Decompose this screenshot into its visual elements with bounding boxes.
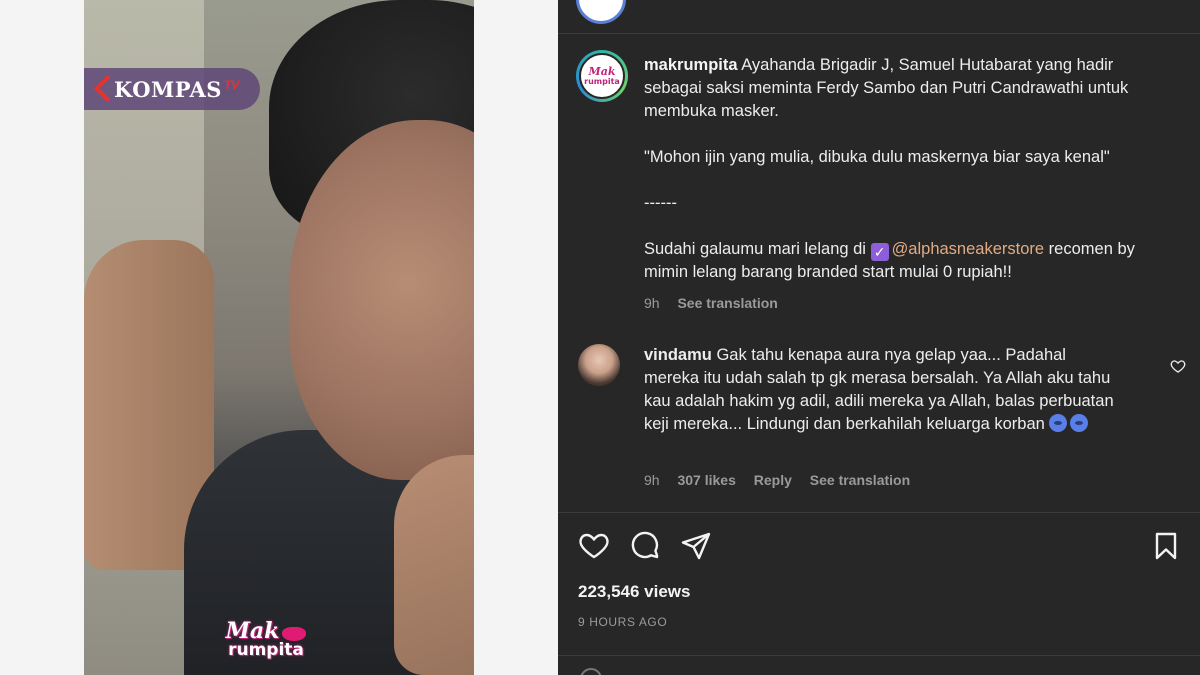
comment-like-heart-icon[interactable] bbox=[1170, 358, 1186, 374]
bookmark-save-icon[interactable] bbox=[1150, 530, 1182, 562]
instagram-post-view: KOMPAS TV Mak rumpita Mak rumpita makrum… bbox=[0, 0, 1200, 675]
pleading-face-emoji-icon bbox=[1049, 414, 1068, 432]
makrumpita-watermark: Mak rumpita bbox=[216, 618, 316, 672]
comment-time: 9h bbox=[644, 472, 660, 488]
like-heart-icon[interactable] bbox=[578, 530, 610, 562]
author-avatar[interactable]: Mak rumpita bbox=[576, 50, 628, 102]
avatar-text-1: Mak bbox=[588, 64, 616, 78]
post-header bbox=[558, 0, 1200, 34]
send-paper-plane-icon[interactable] bbox=[680, 530, 712, 562]
caption-meta: 9h See translation bbox=[644, 295, 792, 311]
comment: vindamu Gak tahu kenapa aura nya gelap y… bbox=[644, 344, 1114, 436]
comment-see-translation[interactable]: See translation bbox=[810, 472, 910, 488]
caption-mention[interactable]: @alphasneakerstore bbox=[892, 240, 1045, 258]
post-caption: makrumpita Ayahanda Brigadir J, Samuel H… bbox=[644, 54, 1164, 307]
comment-reply-button[interactable]: Reply bbox=[754, 472, 792, 488]
kompas-logo-tv: TV bbox=[223, 78, 240, 92]
post-timestamp: 9 HOURS AGO bbox=[578, 615, 668, 629]
caption-separator: ------ bbox=[644, 194, 677, 212]
pleading-face-emoji-icon bbox=[1070, 414, 1089, 432]
divider bbox=[558, 512, 1200, 513]
commenter-avatar[interactable] bbox=[578, 344, 620, 386]
kompas-logo-text: KOMPAS bbox=[114, 76, 222, 102]
comment-bubble-icon[interactable] bbox=[630, 530, 662, 562]
avatar-text-2: rumpita bbox=[584, 76, 620, 86]
view-count[interactable]: 223,546 views bbox=[578, 582, 690, 602]
header-avatar[interactable] bbox=[576, 0, 626, 24]
kompas-chevron-icon bbox=[92, 76, 110, 102]
add-comment-avatar bbox=[580, 668, 602, 675]
caption-author[interactable]: makrumpita bbox=[644, 56, 738, 74]
kompastv-logo: KOMPAS TV bbox=[84, 68, 260, 110]
media-hand bbox=[394, 455, 474, 675]
divider bbox=[558, 655, 1200, 656]
caption-see-translation[interactable]: See translation bbox=[677, 295, 777, 311]
caption-time: 9h bbox=[644, 295, 660, 311]
watermark-line2: rumpita bbox=[228, 640, 304, 660]
lips-icon bbox=[282, 626, 307, 641]
caption-quote: "Mohon ijin yang mulia, dibuka dulu mask… bbox=[644, 148, 1110, 166]
comment-text: Gak tahu kenapa aura nya gelap yaa... Pa… bbox=[644, 346, 1114, 433]
comments-panel: Mak rumpita makrumpita Ayahanda Brigadir… bbox=[558, 0, 1200, 675]
checkmark-icon: ✓ bbox=[870, 243, 889, 261]
comment-author[interactable]: vindamu bbox=[644, 346, 712, 364]
action-bar bbox=[578, 530, 1178, 562]
comment-likes[interactable]: 307 likes bbox=[677, 472, 735, 488]
comment-meta: 9h 307 likes Reply See translation bbox=[644, 472, 924, 488]
caption-promo-prefix: Sudahi galaumu mari lelang di bbox=[644, 240, 866, 258]
